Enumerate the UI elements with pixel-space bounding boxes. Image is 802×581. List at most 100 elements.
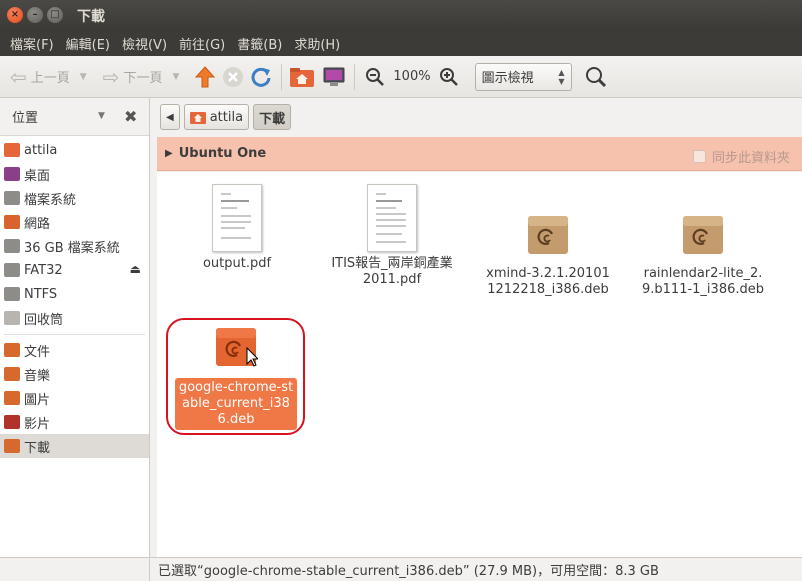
sidebar-item-filesystem[interactable]: 檔案系統 bbox=[0, 186, 149, 210]
reload-icon[interactable] bbox=[247, 62, 275, 92]
sidebar-item-label: 桌面 bbox=[24, 168, 51, 184]
window-controls: × – □ bbox=[7, 7, 63, 23]
pane-gutter bbox=[150, 137, 157, 557]
places-list: attila 桌面 檔案系統 網路 36 GB 檔案系統 FAT32 ⏏ NTF… bbox=[0, 136, 149, 458]
trash-icon bbox=[4, 311, 20, 325]
file-item[interactable]: output.pdf bbox=[175, 184, 299, 272]
maximize-window-icon[interactable]: □ bbox=[47, 7, 63, 23]
desktop-icon bbox=[4, 167, 20, 181]
expander-icon[interactable]: ▶ bbox=[165, 148, 173, 159]
debian-package-icon bbox=[528, 216, 568, 254]
toolbar-separator bbox=[354, 63, 356, 90]
title-bar: × – □ 下載 bbox=[0, 0, 802, 30]
network-icon bbox=[4, 215, 20, 229]
drive-icon bbox=[4, 191, 20, 205]
forward-button[interactable]: ⇨ 下一頁 ▼ bbox=[99, 62, 184, 92]
search-icon[interactable] bbox=[582, 62, 610, 92]
sidebar-item-36gb[interactable]: 36 GB 檔案系統 bbox=[0, 234, 149, 258]
sidebar-item-music[interactable]: 音樂 bbox=[0, 362, 149, 386]
up-arrow-icon[interactable] bbox=[191, 62, 219, 92]
sidebar-item-label: 檔案系統 bbox=[24, 192, 77, 208]
eject-icon[interactable]: ⏏ bbox=[130, 262, 141, 276]
music-folder-icon bbox=[4, 367, 20, 381]
sidebar-title: 位置 bbox=[12, 111, 39, 126]
status-text: 已選取“google-chrome-stable_current_i386.de… bbox=[158, 564, 659, 579]
sidebar-item-desktop[interactable]: 桌面 bbox=[0, 162, 149, 186]
forward-dropdown-icon[interactable]: ▼ bbox=[172, 72, 179, 82]
view-mode-select[interactable]: 圖示檢視 ▲ ▼ bbox=[474, 62, 572, 91]
checkbox-icon bbox=[692, 150, 706, 163]
file-name: rainlendar2-lite_2.9.b111-1_i386.deb bbox=[642, 266, 764, 297]
sidebar-item-fat32[interactable]: FAT32 ⏏ bbox=[0, 258, 149, 282]
home-folder-icon bbox=[4, 143, 20, 157]
menu-view[interactable]: 檢視(V) bbox=[116, 34, 173, 53]
file-item[interactable]: rainlendar2-lite_2.9.b111-1_i386.deb bbox=[641, 212, 765, 298]
menu-edit[interactable]: 編輯(E) bbox=[60, 34, 116, 53]
menu-file[interactable]: 檔案(F) bbox=[4, 34, 60, 53]
sync-folder-checkbox[interactable]: 同步此資料夾 bbox=[692, 147, 790, 166]
back-arrow-icon: ⇦ bbox=[10, 64, 27, 89]
file-name: google-chrome-stable_current_i386.deb bbox=[175, 378, 297, 430]
path-home-label: attila bbox=[209, 109, 244, 125]
drive-icon bbox=[4, 263, 20, 277]
videos-folder-icon bbox=[4, 415, 20, 429]
close-sidebar-icon[interactable]: ✖ bbox=[124, 107, 137, 126]
forward-arrow-icon: ⇨ bbox=[102, 64, 120, 89]
sidebar-status-area bbox=[0, 557, 150, 581]
sidebar-item-downloads[interactable]: 下載 bbox=[0, 434, 149, 458]
drive-icon bbox=[4, 239, 20, 253]
sidebar-item-label: FAT32 bbox=[24, 262, 63, 278]
sidebar-item-label: 36 GB 檔案系統 bbox=[24, 240, 120, 256]
sidebar-item-home[interactable]: attila bbox=[0, 138, 149, 162]
pictures-folder-icon bbox=[4, 391, 20, 405]
menu-bookmarks[interactable]: 書籤(B) bbox=[231, 34, 288, 53]
window-title: 下載 bbox=[77, 9, 105, 25]
sidebar-header: 位置 ▼ ✖ bbox=[0, 98, 149, 136]
zoom-level: 100% bbox=[393, 69, 431, 84]
stop-icon[interactable] bbox=[219, 62, 247, 92]
sidebar-item-documents[interactable]: 文件 bbox=[0, 338, 149, 362]
file-name: ITIS報告_兩岸銅產業2011.pdf bbox=[331, 256, 453, 287]
sidebar-item-label: 文件 bbox=[24, 344, 51, 360]
sidebar-item-pictures[interactable]: 圖片 bbox=[0, 386, 149, 410]
file-item-selected[interactable]: google-chrome-stable_current_i386.deb bbox=[175, 324, 297, 430]
toolbar-separator bbox=[281, 63, 283, 90]
sidebar-item-ntfs[interactable]: NTFS bbox=[0, 282, 149, 306]
path-current-button[interactable]: 下載 bbox=[253, 104, 292, 130]
path-current-label: 下載 bbox=[259, 111, 286, 127]
file-name: xmind-3.2.1.201011212218_i386.deb bbox=[486, 266, 610, 297]
path-bar: ◀ attila 下載 bbox=[150, 98, 802, 136]
home-folder-icon[interactable] bbox=[288, 62, 316, 92]
sidebar-item-videos[interactable]: 影片 bbox=[0, 410, 149, 434]
path-home-button[interactable]: attila bbox=[183, 104, 250, 130]
sidebar: 位置 ▼ ✖ attila 桌面 檔案系統 網路 36 GB 檔案系統 FAT3… bbox=[0, 98, 150, 557]
file-item[interactable]: xmind-3.2.1.201011212218_i386.deb bbox=[486, 212, 610, 298]
pdf-document-icon bbox=[367, 184, 417, 252]
file-item[interactable]: ITIS報告_兩岸銅產業2011.pdf bbox=[330, 184, 454, 288]
menu-help[interactable]: 求助(H) bbox=[288, 34, 346, 53]
close-window-icon[interactable]: × bbox=[7, 7, 23, 23]
sidebar-item-network[interactable]: 網路 bbox=[0, 210, 149, 234]
back-dropdown-icon[interactable]: ▼ bbox=[80, 72, 87, 82]
path-back-button[interactable]: ◀ bbox=[160, 104, 180, 130]
back-button[interactable]: ⇦ 上一頁 ▼ bbox=[6, 62, 91, 92]
updown-arrows-icon: ▲ ▼ bbox=[558, 67, 565, 86]
sidebar-item-label: 圖片 bbox=[24, 392, 51, 408]
sidebar-item-label: attila bbox=[24, 142, 58, 158]
sidebar-divider bbox=[4, 330, 145, 335]
file-name: output.pdf bbox=[202, 256, 272, 271]
menu-bar: 檔案(F) 編輯(E) 檢視(V) 前往(G) 書籤(B) 求助(H) bbox=[0, 30, 802, 56]
pdf-document-icon bbox=[212, 184, 262, 252]
computer-icon[interactable] bbox=[320, 62, 348, 92]
sidebar-item-label: 下載 bbox=[24, 440, 51, 456]
zoom-in-icon[interactable] bbox=[435, 62, 463, 92]
menu-go[interactable]: 前往(G) bbox=[173, 34, 231, 53]
chevron-left-icon: ◀ bbox=[166, 111, 174, 123]
minimize-window-icon[interactable]: – bbox=[27, 7, 43, 23]
sidebar-item-trash[interactable]: 回收筒 bbox=[0, 306, 149, 330]
sidebar-dropdown-icon[interactable]: ▼ bbox=[98, 111, 105, 121]
sidebar-item-label: 回收筒 bbox=[24, 312, 64, 328]
ubuntu-one-title: Ubuntu One bbox=[178, 146, 267, 161]
sidebar-item-label: 音樂 bbox=[24, 368, 51, 384]
zoom-out-icon[interactable] bbox=[361, 62, 389, 92]
